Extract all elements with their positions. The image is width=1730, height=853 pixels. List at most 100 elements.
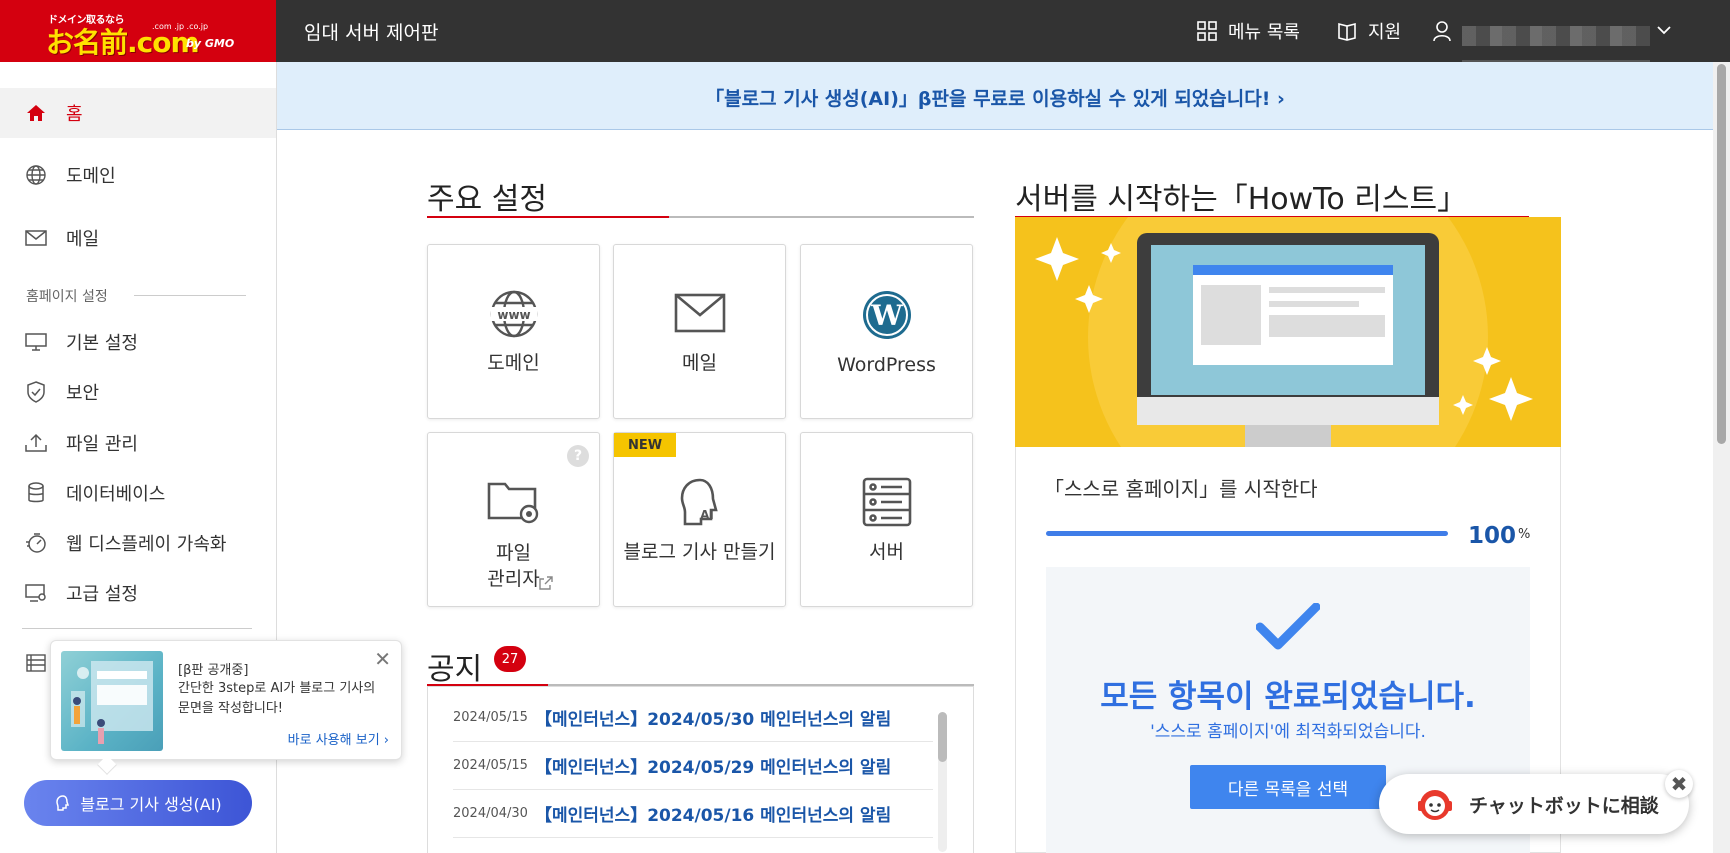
server-list-icon[interactable]	[26, 654, 46, 672]
settings-monitor-icon	[24, 581, 48, 605]
sidebar-item-label: 홈	[66, 104, 83, 125]
notice-item[interactable]: 2024/05/15 【메인터넌스】2024/05/30 메인터넌스의 알림	[453, 694, 933, 742]
sidebar-item-advanced-settings[interactable]: 고급 설정	[0, 568, 276, 618]
shield-icon	[24, 380, 48, 404]
tile-label: 서버	[869, 541, 904, 563]
notice-list: 2024/05/15 【메인터넌스】2024/05/30 메인터넌스의 알림 2…	[427, 686, 974, 853]
progress-unit: %	[1518, 527, 1531, 542]
tile-wordpress[interactable]: W WordPress	[800, 244, 973, 419]
sidebar-item-label: 고급 설정	[66, 584, 138, 605]
chatbot-widget[interactable]: チャットボットに相談 ✖	[1379, 770, 1693, 834]
tile-domain[interactable]: www 도메인	[427, 244, 600, 419]
logo-gmo: by GMO	[186, 37, 235, 50]
svg-text:W: W	[870, 299, 903, 332]
announcement-banner[interactable]: 「블로그 기사 생성(AI)」β판을 무료로 이용하실 수 있게 되었습니다! …	[277, 62, 1713, 130]
notice-title[interactable]: 【메인터넌스】2024/05/29 메인터넌스의 알림	[535, 753, 891, 778]
grid-icon	[1197, 21, 1217, 41]
tile-label: WordPress	[837, 354, 936, 376]
tile-label: 블로그 기사 만들기	[623, 541, 776, 563]
user-name-masked[interactable]	[1462, 26, 1650, 46]
notice-date: 2024/05/15	[453, 710, 528, 725]
notice-scrollbar[interactable]	[938, 712, 947, 852]
tile-blog-article[interactable]: NEW AI 블로그 기사 만들기	[613, 432, 786, 607]
tile-server[interactable]: 서버	[800, 432, 973, 607]
notice-title[interactable]: 【메인터넌스】2024/05/16 메인터넌스의 알림	[535, 801, 891, 826]
notice-date: 2024/04/30	[453, 806, 528, 821]
close-icon[interactable]: ✕	[374, 647, 391, 671]
notice-count-badge: 27	[494, 646, 526, 672]
svg-text:AI: AI	[700, 508, 714, 522]
sidebar-item-domain[interactable]: 도메인	[0, 150, 276, 200]
book-icon	[1338, 22, 1356, 41]
mail-icon	[24, 226, 48, 250]
select-other-list-button[interactable]: 다른 목록을 선택	[1190, 765, 1386, 809]
menu-list-label: 메뉴 목록	[1228, 22, 1300, 43]
wordpress-icon: W	[801, 289, 972, 341]
sidebar-item-home[interactable]: 홈	[0, 88, 276, 138]
sidebar-item-web-acceleration[interactable]: 웹 디스플레이 가속화	[0, 518, 276, 568]
tile-label: 도메인	[487, 352, 540, 374]
scrollbar-thumb[interactable]	[1717, 64, 1726, 444]
sidebar-item-security[interactable]: 보안	[0, 367, 276, 417]
home-icon	[24, 101, 48, 125]
top-header: ドメイン取るなら お名前.com .com .jp .co.jp by GMO …	[0, 0, 1730, 62]
www-globe-icon: www	[428, 289, 599, 339]
globe-icon	[24, 163, 48, 187]
sidebar-item-label: 데이터베이스	[66, 484, 166, 505]
chevron-down-icon[interactable]	[1656, 22, 1672, 38]
user-icon[interactable]	[1432, 20, 1452, 42]
close-icon[interactable]: ✖	[1665, 770, 1693, 798]
sidebar-item-label: 도메인	[66, 166, 116, 187]
banner-text[interactable]: 「블로그 기사 생성(AI)」β판을 무료로 이용하실 수 있게 되었습니다! …	[277, 84, 1713, 111]
support-button[interactable]: 지원	[1336, 18, 1401, 44]
notice-item[interactable]: 2024/05/15 【메인터넌스】2024/05/29 메인터넌스의 알림	[453, 742, 933, 790]
speed-icon	[24, 531, 48, 555]
ai-head-icon	[56, 795, 70, 811]
svg-text:www: www	[497, 308, 530, 322]
completion-title: 모든 항목이 완료되었습니다.	[1100, 679, 1476, 715]
folder-gear-icon	[428, 478, 599, 524]
howto-heading: 서버를 시작하는「HowTo 리스트」	[1015, 182, 1468, 217]
ai-blog-generate-button[interactable]: 블로그 기사 생성(AI)	[24, 780, 252, 826]
notice-date: 2024/05/15	[453, 758, 528, 773]
sidebar-item-file-management[interactable]: 파일 관리	[0, 418, 276, 468]
ai-head-icon: AI	[614, 477, 785, 529]
popup-description: 간단한 3step로 AI가 블로그 기사의 문면을 작성합니다!	[178, 681, 376, 716]
upload-icon	[24, 431, 48, 455]
notice-item[interactable]: 2024/04/30 【메인터넌스】2024/05/16 메인터넌스의 알림	[453, 790, 933, 838]
support-label: 지원	[1368, 22, 1402, 43]
try-now-link[interactable]: 바로 사용해 보기 ›	[288, 729, 389, 748]
sidebar-item-label: 웹 디스플레이 가속화	[66, 534, 227, 555]
notice-title[interactable]: 【메인터넌스】2024/05/30 메인터넌스의 알림	[535, 705, 891, 730]
promo-illustration	[61, 651, 163, 751]
tile-mail[interactable]: 메일	[613, 244, 786, 419]
divider	[134, 295, 246, 296]
sidebar-item-mail[interactable]: 메일	[0, 213, 276, 263]
onamae-logo[interactable]: ドメイン取るなら お名前.com .com .jp .co.jp by GMO	[0, 0, 276, 62]
app-title: 임대 서버 제어판	[304, 22, 439, 44]
monitor-icon	[24, 330, 48, 354]
sidebar-item-label: 메일	[66, 229, 100, 250]
help-icon[interactable]: ?	[567, 445, 589, 467]
chatbot-avatar-icon	[1418, 790, 1452, 820]
menu-list-button[interactable]: 메뉴 목록	[1196, 18, 1300, 44]
howto-illustration	[1015, 217, 1561, 447]
database-icon	[24, 481, 48, 505]
main-settings-heading: 주요 설정	[427, 182, 547, 217]
page-scrollbar[interactable]	[1713, 62, 1730, 853]
chatbot-label: チャットボットに相談	[1469, 794, 1659, 817]
sidebar-item-database[interactable]: 데이터베이스	[0, 468, 276, 518]
completion-description: '스스로 홈페이지'에 최적화되었습니다.	[1150, 722, 1426, 742]
howto-subtitle: 「스스로 홈페이지」를 시작한다	[1044, 477, 1318, 501]
sidebar-section-title: 홈페이지 설정	[26, 289, 108, 305]
server-icon	[801, 477, 972, 527]
progress-value: 100	[1468, 523, 1517, 549]
divider	[22, 628, 252, 629]
sidebar-item-basic-settings[interactable]: 기본 설정	[0, 317, 276, 367]
sidebar-item-label: 보안	[66, 383, 100, 404]
scrollbar-thumb[interactable]	[938, 712, 947, 762]
tile-file-manager[interactable]: ? 파일 관리자	[427, 432, 600, 607]
ai-button-label: 블로그 기사 생성(AI)	[80, 795, 222, 814]
tile-label: 메일	[682, 352, 717, 374]
heading-underline	[427, 216, 974, 218]
